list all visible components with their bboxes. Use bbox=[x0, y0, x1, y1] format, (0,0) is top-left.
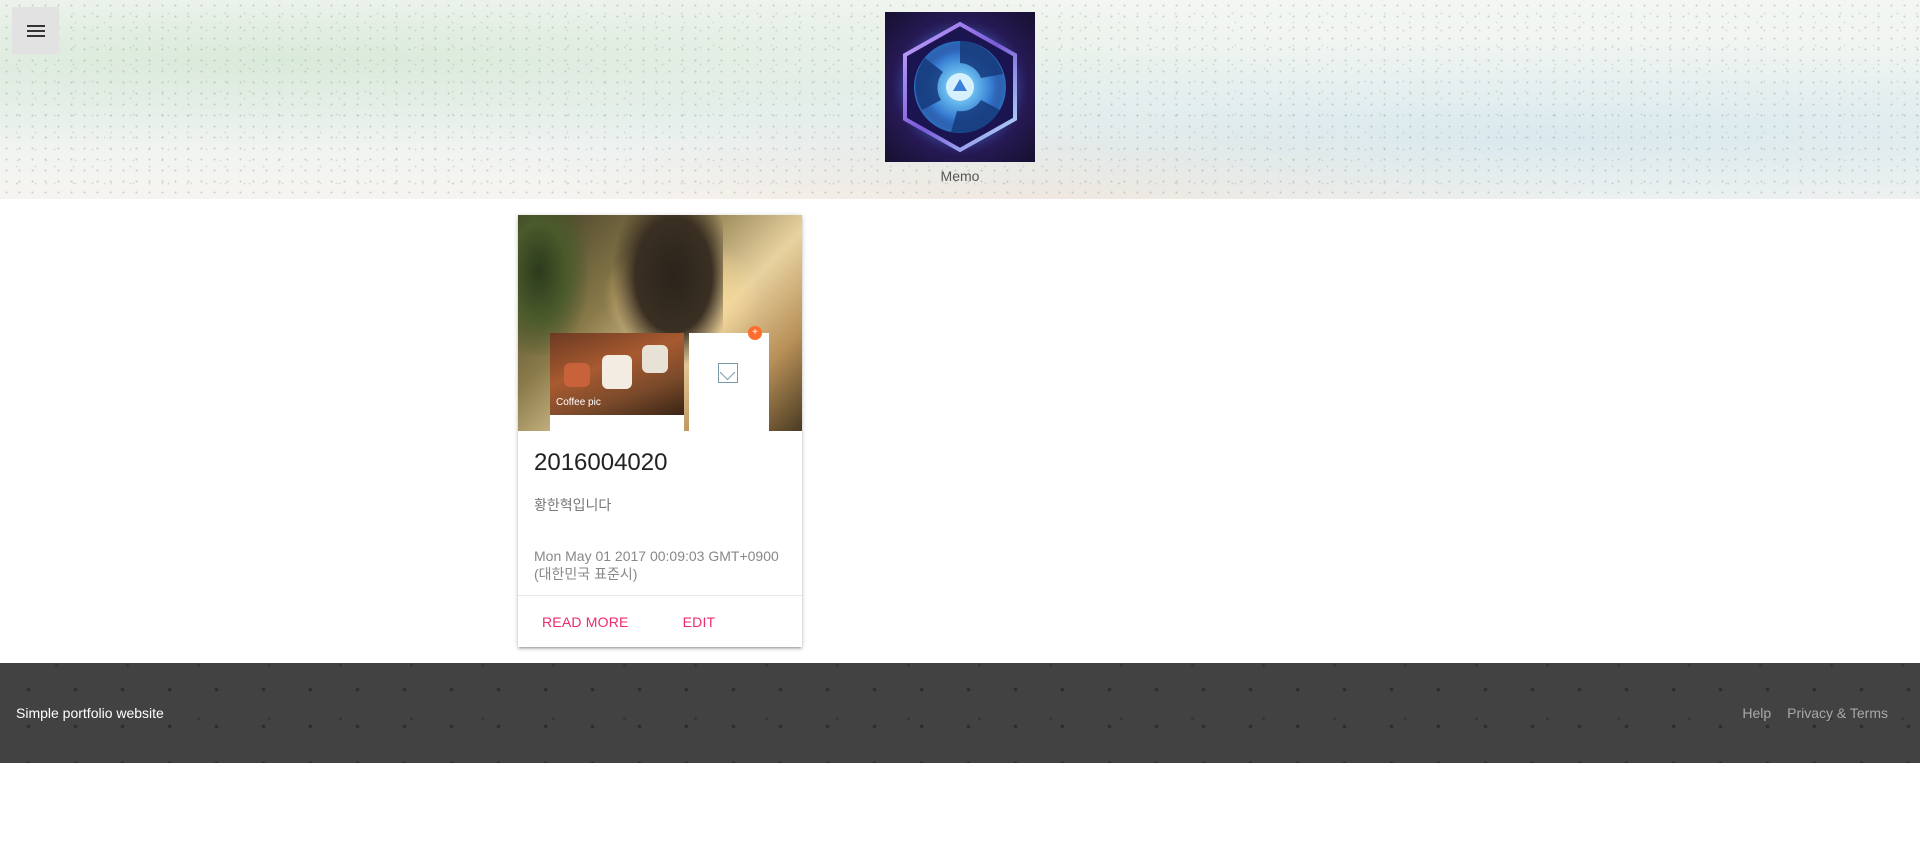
page-title: Memo bbox=[940, 168, 980, 184]
help-link[interactable]: Help bbox=[1742, 705, 1771, 721]
card-description: 황한혁입니다 bbox=[534, 497, 612, 513]
footer-links: Help Privacy & Terms bbox=[1726, 705, 1888, 721]
v-logo-icon bbox=[718, 363, 738, 383]
mug-shape bbox=[564, 363, 590, 387]
page-header: Memo bbox=[0, 0, 1920, 199]
heroes-hexagon-logo-icon bbox=[890, 17, 1030, 157]
footer-brand: Simple portfolio website bbox=[16, 705, 164, 721]
menu-button[interactable] bbox=[12, 7, 59, 54]
mug-shape bbox=[642, 345, 668, 373]
footer-background bbox=[0, 663, 1920, 763]
mockup-right-card bbox=[689, 333, 769, 431]
read-more-link[interactable]: READ MORE bbox=[542, 614, 629, 630]
privacy-terms-link[interactable]: Privacy & Terms bbox=[1787, 705, 1888, 721]
image-caption: Coffee pic bbox=[556, 397, 601, 408]
edit-link[interactable]: EDIT bbox=[683, 614, 716, 630]
mockup-left-card: Coffee pic bbox=[550, 333, 684, 431]
page-footer: Simple portfolio website Help Privacy & … bbox=[0, 663, 1920, 763]
site-logo[interactable] bbox=[885, 12, 1035, 162]
card-content: 2016004020 황한혁입니다 Mon May 01 2017 00:09:… bbox=[518, 431, 802, 583]
card-date: Mon May 01 2017 00:09:03 GMT+0900 (대한민국 … bbox=[534, 548, 779, 582]
mug-shape bbox=[602, 355, 632, 389]
hamburger-menu-icon bbox=[26, 24, 45, 37]
card-title: 2016004020 bbox=[534, 449, 668, 476]
add-badge-icon: + bbox=[748, 326, 762, 340]
card-image[interactable]: Coffee pic + bbox=[518, 215, 802, 431]
card-actions: READ MORE EDIT bbox=[518, 595, 802, 647]
memo-card: Coffee pic + 2016004020 황한혁입니다 Mon May 0… bbox=[518, 215, 802, 647]
